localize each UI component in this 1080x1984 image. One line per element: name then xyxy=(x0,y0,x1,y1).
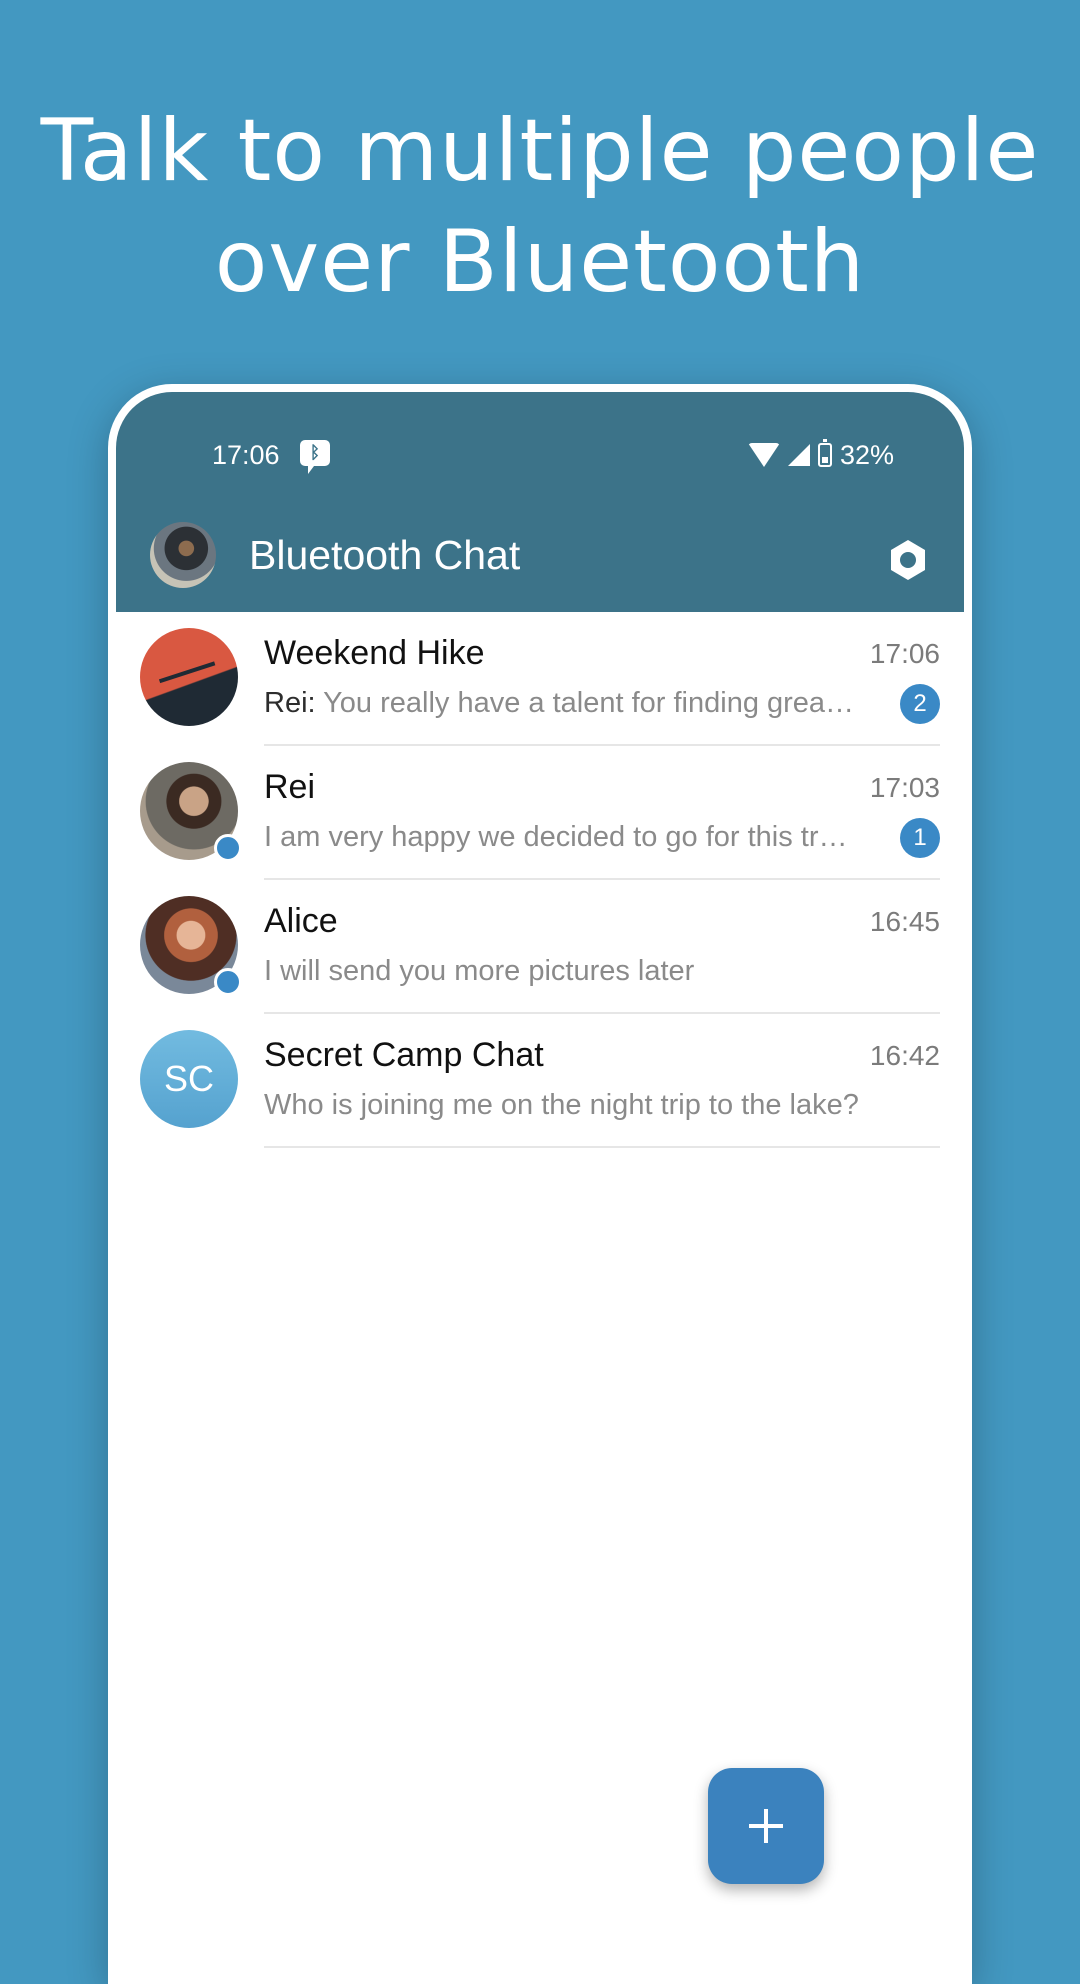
status-time: 17:06 xyxy=(212,440,280,470)
phone-screen: 17:06 ᛒ 32% Bluetooth Chat Weekend Hike xyxy=(116,392,964,1984)
chat-row-secret-camp-chat[interactable]: SC Secret Camp Chat 16:42 Who is joining… xyxy=(116,1014,964,1148)
headline-line-2: over Bluetooth xyxy=(214,212,866,312)
status-icons: 32% xyxy=(747,430,894,480)
online-indicator xyxy=(214,968,242,996)
headline-line-1: Talk to multiple people xyxy=(40,101,1040,201)
chat-preview: Who is joining me on the night trip to t… xyxy=(264,1089,859,1121)
chat-time: 16:45 xyxy=(869,906,940,937)
chat-name: Secret Camp Chat xyxy=(264,1036,544,1074)
chat-list: Weekend Hike 17:06 Rei: You really have … xyxy=(116,612,964,1148)
chat-name: Rei xyxy=(264,768,316,806)
app-bar: 17:06 ᛒ 32% Bluetooth Chat xyxy=(116,392,964,612)
chat-name: Alice xyxy=(264,902,338,940)
promo-headline: Talk to multiple people over Bluetooth xyxy=(0,96,1080,318)
chat-row-alice[interactable]: Alice 16:45 I will send you more picture… xyxy=(116,880,964,1014)
divider xyxy=(264,1146,940,1148)
chat-row-rei[interactable]: Rei 17:03 I am very happy we decided to … xyxy=(116,746,964,880)
online-indicator xyxy=(214,834,242,862)
signal-icon xyxy=(787,444,810,466)
chat-preview-text: You really have a talent for finding gre… xyxy=(323,687,855,719)
chat-row-weekend-hike[interactable]: Weekend Hike 17:06 Rei: You really have … xyxy=(116,612,964,746)
profile-avatar[interactable] xyxy=(150,522,216,588)
unread-badge: 2 xyxy=(900,684,940,724)
chat-name: Weekend Hike xyxy=(264,634,485,672)
settings-icon[interactable] xyxy=(888,538,928,582)
battery-icon xyxy=(817,439,832,467)
chat-time: 17:06 xyxy=(869,638,940,669)
phone-frame: 17:06 ᛒ 32% Bluetooth Chat Weekend Hike xyxy=(108,384,972,1984)
wifi-icon xyxy=(747,443,780,467)
chat-time: 17:03 xyxy=(869,772,940,803)
new-chat-button[interactable] xyxy=(708,1768,824,1884)
chat-preview: I will send you more pictures later xyxy=(264,955,695,987)
chat-time: 16:42 xyxy=(869,1040,940,1071)
chat-sender: Rei: xyxy=(264,687,316,719)
battery-percent: 32% xyxy=(839,440,894,470)
chat-avatar-initials: SC xyxy=(140,1030,238,1128)
status-bar: 17:06 ᛒ 32% xyxy=(116,430,964,480)
chat-preview: Rei: You really have a talent for findin… xyxy=(264,684,868,722)
chat-avatar xyxy=(140,628,238,726)
bluetooth-message-icon: ᛒ xyxy=(300,440,330,474)
app-title: Bluetooth Chat xyxy=(249,532,521,578)
chat-preview: I am very happy we decided to go for thi… xyxy=(264,821,848,853)
unread-badge: 1 xyxy=(900,818,940,858)
